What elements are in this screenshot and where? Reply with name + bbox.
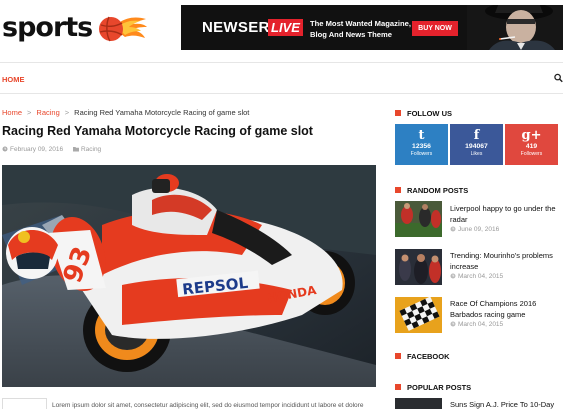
banner-tagline-1: The Most Wanted Magazine,	[310, 19, 411, 28]
breadcrumb: Home > Racing > Racing Red Yamaha Motorcycle…	[2, 108, 249, 117]
post-title: Racing Red Yamaha Motorcycle Racing of g…	[2, 124, 313, 138]
random-post-title[interactable]: Liverpool happy to go under the radar	[450, 203, 563, 225]
random-posts-label: RANDOM POSTS	[407, 186, 469, 195]
banner-buy-now-button[interactable]: BUY NOW	[412, 21, 458, 36]
heading-marker	[395, 110, 401, 116]
social-label: Followers	[520, 151, 543, 157]
popular-post-thumb[interactable]	[395, 398, 442, 409]
heading-marker	[395, 384, 401, 390]
header-ad-banner[interactable]: NEWSER LIVE The Most Wanted Magazine, Bl…	[181, 5, 563, 50]
facebook-label: FACEBOOK	[407, 352, 450, 361]
checkered-flag-photo	[395, 297, 442, 333]
flaming-ball-icon	[99, 16, 147, 42]
social-label: Likes	[470, 151, 483, 157]
breadcrumb-home[interactable]: Home	[2, 108, 22, 117]
post-category[interactable]: Racing	[81, 146, 101, 153]
random-post-title[interactable]: Race Of Champions 2016 Barbados racing g…	[450, 298, 563, 320]
featured-image: REPSOL HONDA 93	[2, 165, 376, 387]
random-post-date-text: March 04, 2015	[458, 321, 504, 328]
breadcrumb-separator: >	[64, 108, 70, 117]
banner-brand: NEWSER	[202, 19, 270, 36]
random-post-thumb[interactable]	[395, 201, 442, 237]
main-nav: HOME	[0, 62, 563, 94]
random-posts-heading: RANDOM POSTS	[395, 186, 468, 195]
random-post-date-text: March 04, 2015	[458, 273, 504, 280]
post-excerpt: Lorem ipsum dolor sit amet, consectetur …	[52, 402, 364, 409]
clock-icon	[450, 273, 456, 279]
breadcrumb-category[interactable]: Racing	[36, 108, 59, 117]
nav-item-home[interactable]: HOME	[2, 75, 25, 84]
mourinho-photo	[395, 249, 442, 285]
social-label: Followers	[410, 151, 433, 157]
facebook-icon: f	[473, 128, 480, 143]
random-post-title[interactable]: Trending: Mourinho's problems increase	[450, 250, 563, 272]
random-post-thumb[interactable]	[395, 249, 442, 285]
clock-icon	[2, 146, 8, 152]
twitter-icon: t	[418, 128, 425, 143]
social-count: 12356	[412, 143, 431, 150]
random-post-thumb[interactable]	[395, 297, 442, 333]
banner-tagline-2: Blog And News Theme	[310, 30, 392, 39]
heading-marker	[395, 353, 401, 359]
popular-post-title[interactable]: Suns Sign A.J. Price To 10-Day	[450, 400, 554, 409]
post-meta: February 09, 2016 Racing	[2, 146, 101, 153]
clock-icon	[450, 321, 456, 327]
site-logo[interactable]: sports	[2, 8, 152, 48]
popular-posts-label: POPULAR POSTS	[407, 383, 472, 392]
random-post-date: March 04, 2015	[450, 273, 503, 280]
social-count: 194067	[465, 143, 488, 150]
random-post-date: June 09, 2016	[450, 226, 499, 233]
random-post-date-text: June 09, 2016	[458, 226, 500, 233]
football-players-photo	[395, 201, 442, 237]
post-date[interactable]: February 09, 2016	[10, 146, 63, 153]
logo-text: sports	[2, 12, 93, 43]
facebook-heading: FACEBOOK	[395, 352, 450, 361]
google-plus-icon: g+	[521, 128, 542, 143]
random-post-date: March 04, 2015	[450, 321, 503, 328]
folder-icon	[72, 147, 79, 152]
social-twitter[interactable]: t 12356 Followers	[395, 124, 448, 165]
breadcrumb-current: Racing Red Yamaha Motorcycle Racing of g…	[74, 108, 250, 117]
social-count: 419	[525, 143, 538, 150]
banner-man-photo	[467, 5, 563, 50]
social-facebook[interactable]: f 194067 Likes	[450, 124, 503, 165]
clock-icon	[450, 226, 456, 232]
breadcrumb-separator: >	[27, 108, 32, 117]
heading-marker	[395, 187, 401, 193]
social-google-plus[interactable]: g+ 419 Followers	[505, 124, 558, 165]
search-icon[interactable]	[554, 73, 563, 83]
popular-posts-heading: POPULAR POSTS	[395, 383, 471, 392]
banner-live-badge: LIVE	[268, 19, 303, 36]
follow-us-heading: FOLLOW US	[395, 109, 452, 118]
follow-us-label: FOLLOW US	[407, 109, 452, 118]
share-box	[2, 398, 47, 409]
motorcycle-racer-photo: REPSOL HONDA 93	[2, 165, 376, 387]
